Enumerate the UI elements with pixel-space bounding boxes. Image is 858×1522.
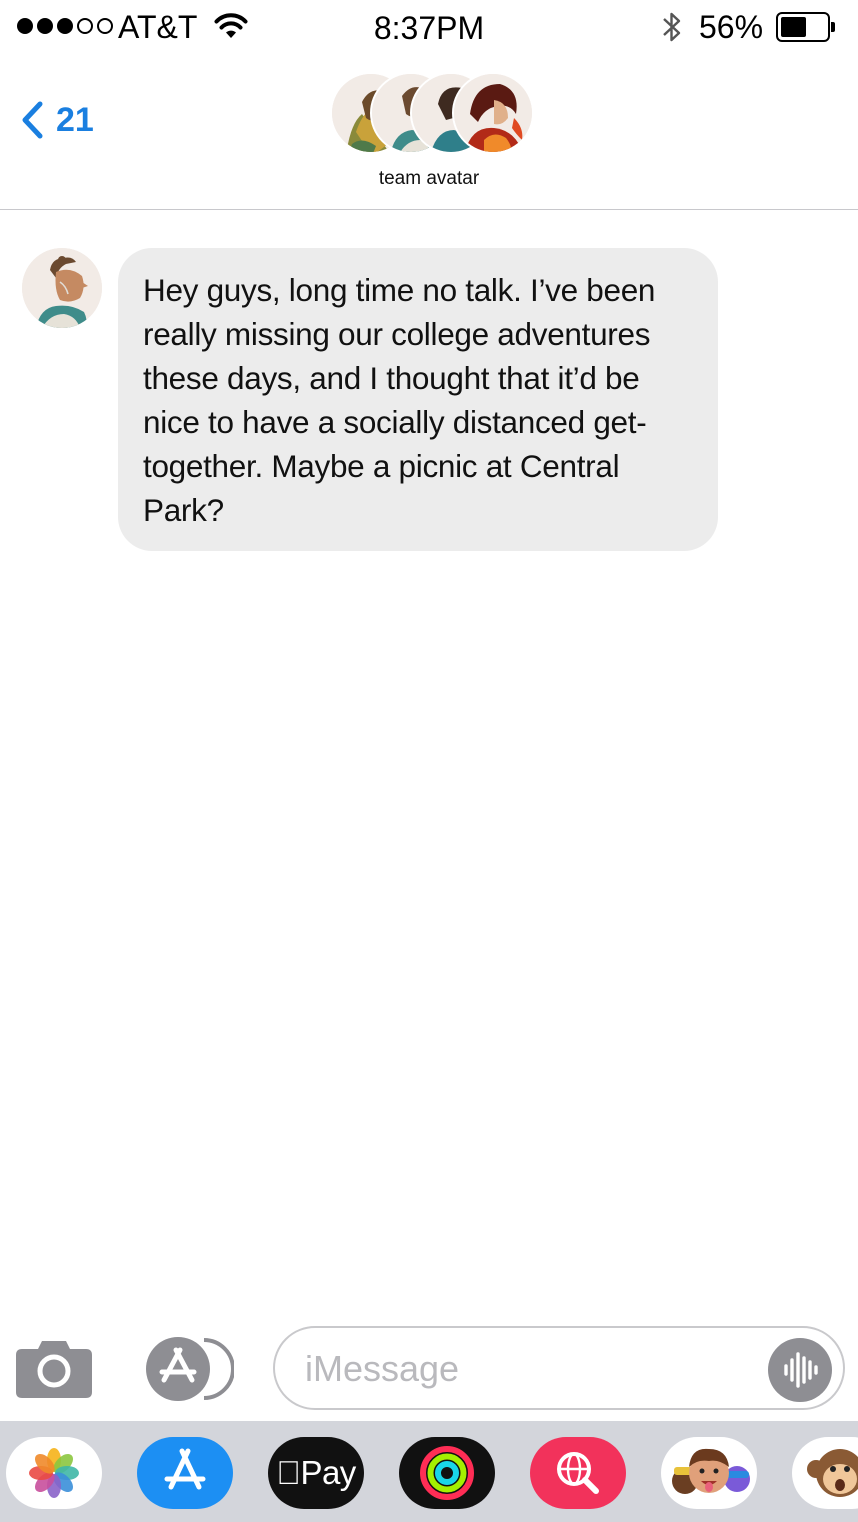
unread-count: 21 xyxy=(56,101,94,139)
app-store-icon xyxy=(146,1337,235,1401)
app-store-button[interactable] xyxy=(144,1336,235,1407)
apple-logo-icon:  xyxy=(276,1454,301,1491)
apple-pay-icon: Pay xyxy=(268,1437,364,1509)
group-avatar-stack[interactable] xyxy=(330,72,535,154)
waveform-icon xyxy=(784,1352,818,1388)
photos-app-button[interactable] xyxy=(6,1437,102,1509)
message-input-field[interactable] xyxy=(273,1326,845,1410)
search-globe-icon xyxy=(557,1452,599,1494)
audio-message-button[interactable] xyxy=(768,1338,832,1402)
message-input[interactable] xyxy=(305,1346,755,1392)
message-bubble[interactable]: Hey guys, long time no talk. I’ve been r… xyxy=(118,248,718,551)
battery-cap xyxy=(831,22,835,32)
sender-avatar[interactable] xyxy=(22,248,102,328)
bluetooth-icon xyxy=(660,9,684,50)
web-search-app-button[interactable] xyxy=(530,1437,626,1509)
activity-icon xyxy=(420,1446,474,1500)
app-store-app-button[interactable] xyxy=(137,1437,233,1509)
monkey-icon xyxy=(807,1449,858,1497)
member-avatar xyxy=(452,72,534,154)
conversation-header: 21 team avatar xyxy=(0,56,858,210)
imessage-app-drawer: Pay xyxy=(0,1421,858,1522)
group-name[interactable]: team avatar xyxy=(0,168,858,190)
camera-icon xyxy=(16,1341,92,1398)
memoji-icon xyxy=(672,1448,750,1494)
memoji-app-button[interactable] xyxy=(661,1437,757,1509)
apple-pay-app-button[interactable]: Pay xyxy=(268,1437,364,1509)
photos-icon xyxy=(29,1448,79,1498)
battery-icon xyxy=(776,12,830,42)
back-button[interactable]: 21 xyxy=(20,100,94,140)
battery-percentage: 56% xyxy=(699,9,764,45)
activity-app-button[interactable] xyxy=(399,1437,495,1509)
status-bar: AT&T 8:37PM 56% xyxy=(0,0,858,56)
animoji-app-button[interactable] xyxy=(792,1437,858,1509)
chevron-left-icon xyxy=(22,101,43,139)
app-store-icon xyxy=(164,1448,206,1490)
battery-level-fill xyxy=(781,17,806,37)
camera-button[interactable] xyxy=(16,1338,92,1403)
